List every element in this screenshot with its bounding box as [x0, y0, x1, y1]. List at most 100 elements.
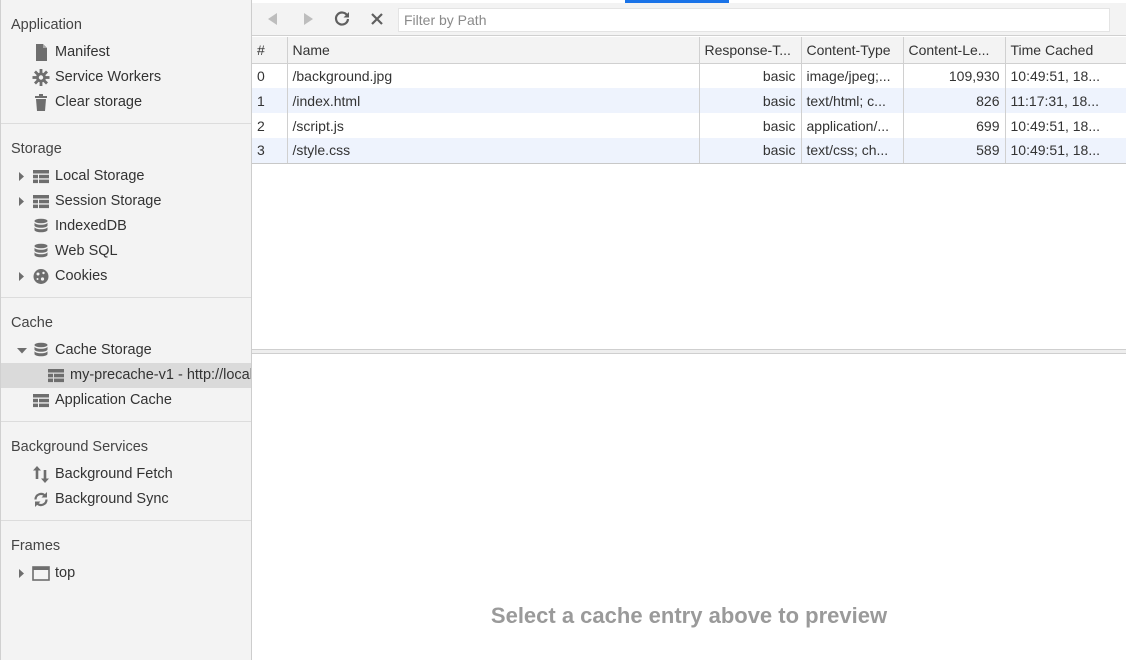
cell-content-type: text/html; c...	[801, 88, 904, 113]
sidebar-item-label: Cache Storage	[55, 342, 152, 358]
refresh-icon[interactable]	[331, 8, 353, 30]
sidebar-item-label: top	[55, 565, 76, 581]
sidebar-item-label: Manifest	[55, 44, 110, 60]
application-sidebar: Application Manifest Service Workers Cle…	[0, 0, 252, 660]
sidebar-item-label: Background Fetch	[55, 466, 173, 482]
back-arrow-icon[interactable]	[262, 8, 284, 30]
cell-name: /background.jpg	[287, 63, 700, 88]
table-header-row: # Name Response-T... Content-Type Conten…	[252, 37, 1126, 64]
sidebar-item-cache-storage[interactable]: Cache Storage	[1, 338, 251, 363]
sidebar-item-label: Web SQL	[55, 243, 118, 259]
cell-content-length: 699	[903, 113, 1006, 138]
sidebar-item-background-fetch[interactable]: Background Fetch	[1, 462, 251, 487]
cell-name: /index.html	[287, 88, 700, 113]
sidebar-item-label: Cookies	[55, 268, 108, 284]
collapse-arrow-icon[interactable]	[17, 338, 27, 363]
column-header-content-length[interactable]: Content-Le...	[903, 37, 1006, 64]
expand-arrow-icon[interactable]	[17, 189, 27, 214]
expand-arrow-icon[interactable]	[17, 164, 27, 189]
gear-icon	[32, 69, 50, 86]
sidebar-item-session-storage[interactable]: Session Storage	[1, 189, 251, 214]
expand-arrow-icon[interactable]	[17, 264, 27, 289]
sidebar-item-label: Clear storage	[55, 94, 143, 110]
table-row[interactable]: 0 /background.jpg basic image/jpeg;... 1…	[252, 63, 1126, 88]
table-icon	[32, 193, 50, 210]
cell-response-type: basic	[699, 138, 802, 164]
sidebar-item-label: Session Storage	[55, 193, 162, 209]
section-title-cache: Cache	[11, 315, 53, 331]
database-icon	[32, 218, 50, 235]
table-row[interactable]: 1 /index.html basic text/html; c... 826 …	[252, 88, 1126, 113]
table-row[interactable]: 2 /script.js basic application/... 699 1…	[252, 113, 1126, 138]
cache-storage-panel: # Name Response-T... Content-Type Conten…	[252, 0, 1126, 660]
sidebar-item-indexeddb[interactable]: IndexedDB	[1, 214, 251, 239]
column-header-index[interactable]: #	[252, 37, 288, 64]
section-storage: Storage Local Storage Session Storage In…	[1, 134, 251, 298]
cell-index: 1	[252, 88, 288, 113]
table-icon	[47, 367, 65, 384]
trash-icon	[32, 94, 50, 111]
database-icon	[32, 342, 50, 359]
column-header-name[interactable]: Name	[287, 37, 700, 64]
sidebar-item-frame-top[interactable]: top	[1, 561, 251, 586]
sidebar-item-my-precache[interactable]: my-precache-v1 - http://localhost	[1, 363, 251, 388]
sidebar-item-background-sync[interactable]: Background Sync	[1, 487, 251, 512]
cell-time-cached: 10:49:51, 18...	[1010, 67, 1101, 84]
table-icon	[32, 168, 50, 185]
sidebar-item-label: Application Cache	[55, 392, 172, 408]
cell-content-length: 826	[903, 88, 1006, 113]
panel-splitter[interactable]	[252, 349, 1126, 354]
cache-entries-table: # Name Response-T... Content-Type Conten…	[252, 37, 1126, 164]
cell-response-type: basic	[699, 88, 802, 113]
section-frames: Frames top	[1, 531, 251, 594]
cell-content-length: 589	[903, 138, 1006, 164]
cookie-icon	[32, 268, 50, 285]
table-row[interactable]: 3 /style.css basic text/css; ch... 589 1…	[252, 138, 1126, 164]
section-title-frames: Frames	[11, 538, 61, 554]
sidebar-item-label: IndexedDB	[55, 218, 127, 234]
sidebar-item-local-storage[interactable]: Local Storage	[1, 164, 251, 189]
sidebar-item-clear-storage[interactable]: Clear storage	[1, 90, 251, 115]
cell-index: 2	[252, 113, 288, 138]
section-title-storage: Storage	[11, 141, 62, 157]
section-background-services: Background Services Background Fetch Bac…	[1, 432, 251, 521]
database-icon	[32, 243, 50, 260]
sidebar-item-label: Service Workers	[55, 69, 162, 85]
expand-arrow-icon[interactable]	[17, 561, 27, 586]
preview-empty-message: Select a cache entry above to preview	[490, 603, 888, 628]
sidebar-item-cookies[interactable]: Cookies	[1, 264, 251, 289]
cell-name: /style.css	[287, 138, 700, 164]
cell-content-type: text/css; ch...	[801, 138, 904, 164]
forward-arrow-icon[interactable]	[297, 8, 319, 30]
cell-time-cached: 10:49:51, 18...	[1010, 117, 1101, 134]
sync-icon	[32, 491, 50, 508]
cell-name: /script.js	[287, 113, 700, 138]
sidebar-item-label: Local Storage	[55, 168, 145, 184]
document-icon	[32, 44, 50, 61]
sidebar-item-web-sql[interactable]: Web SQL	[1, 239, 251, 264]
section-application: Application Manifest Service Workers Cle…	[1, 10, 251, 124]
cell-time-cached: 11:17:31, 18...	[1005, 88, 1126, 113]
sidebar-item-application-cache[interactable]: Application Cache	[1, 388, 251, 413]
cell-response-type: basic	[699, 113, 802, 138]
sidebar-item-service-workers[interactable]: Service Workers	[1, 65, 251, 90]
cell-response-type: basic	[699, 63, 802, 88]
column-header-response-type[interactable]: Response-T...	[699, 37, 802, 64]
section-cache: Cache Cache Storage my-precache-v1 - htt…	[1, 308, 251, 422]
filter-by-path-input[interactable]	[398, 8, 1110, 32]
section-title-application: Application	[11, 17, 82, 33]
table-icon	[32, 392, 50, 409]
column-header-content-type[interactable]: Content-Type	[801, 37, 904, 64]
sidebar-item-label: my-precache-v1 - http://localhost	[70, 367, 252, 383]
delete-selected-icon[interactable]	[366, 8, 388, 30]
section-title-background-services: Background Services	[11, 439, 149, 455]
sidebar-item-label: Background Sync	[55, 491, 169, 507]
cell-content-type: application/...	[801, 113, 904, 138]
sidebar-item-manifest[interactable]: Manifest	[1, 40, 251, 65]
cell-index: 3	[252, 138, 288, 164]
cell-content-length: 109,930	[903, 63, 1006, 88]
cell-index: 0	[252, 63, 288, 88]
column-header-time-cached[interactable]: Time Cached	[1005, 37, 1126, 64]
cell-content-type: image/jpeg;...	[801, 63, 904, 88]
cache-toolbar	[252, 3, 1126, 36]
